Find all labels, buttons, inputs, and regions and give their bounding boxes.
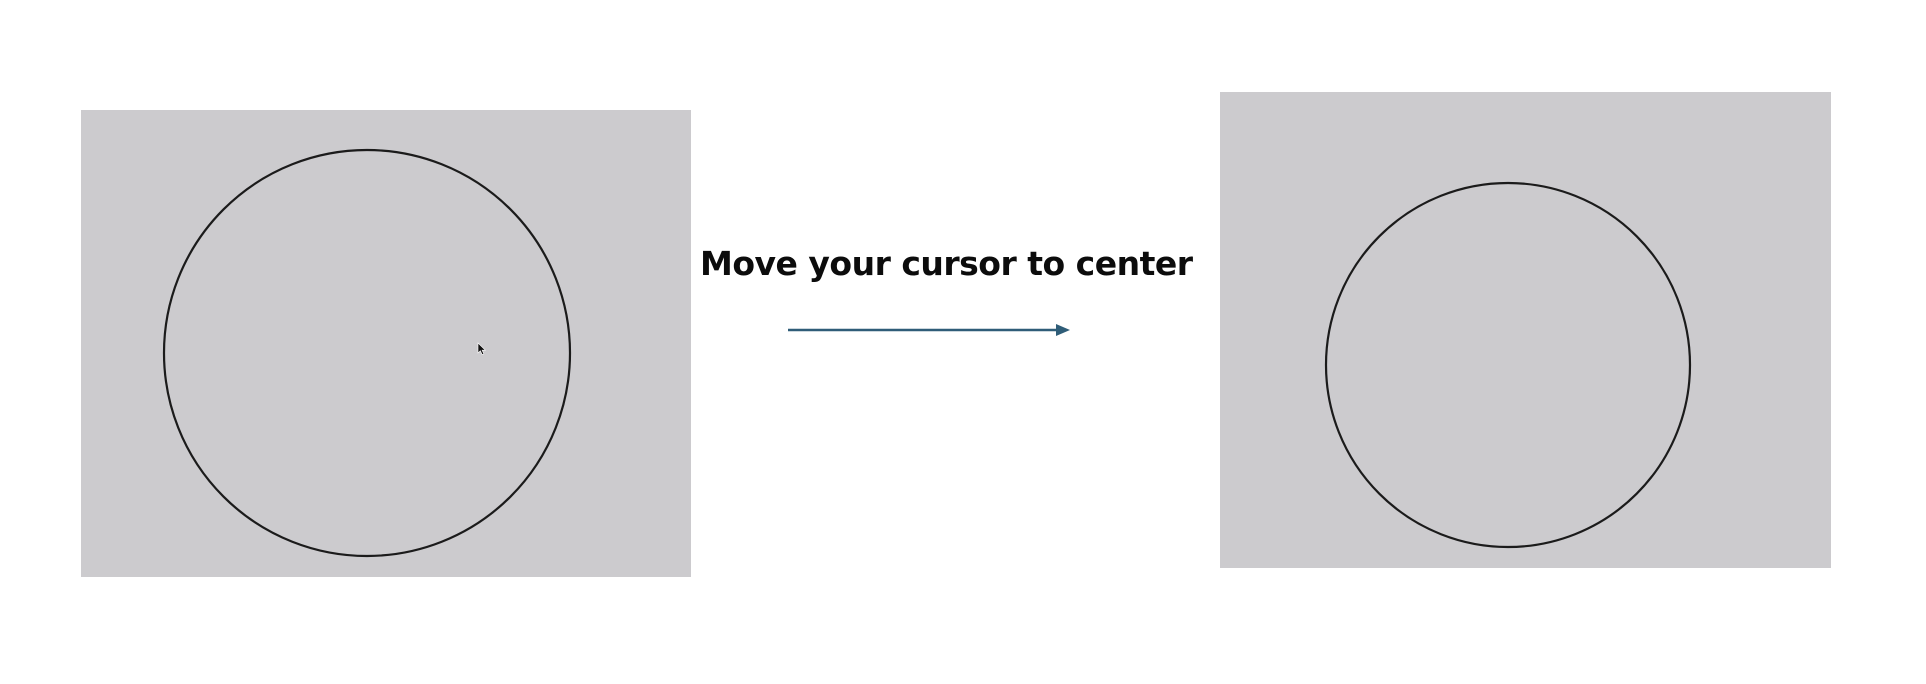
before-circle: [162, 148, 572, 558]
after-circle: [1324, 181, 1692, 549]
after-canvas: [1324, 181, 1692, 549]
before-panel: [81, 110, 691, 577]
instruction-text: Move your cursor to center: [700, 244, 1193, 283]
right-arrow-icon: [788, 324, 1070, 336]
after-panel: [1220, 92, 1831, 568]
before-canvas: [162, 148, 572, 558]
mouse-pointer-icon: [477, 342, 487, 355]
arrow-head: [1056, 324, 1070, 336]
